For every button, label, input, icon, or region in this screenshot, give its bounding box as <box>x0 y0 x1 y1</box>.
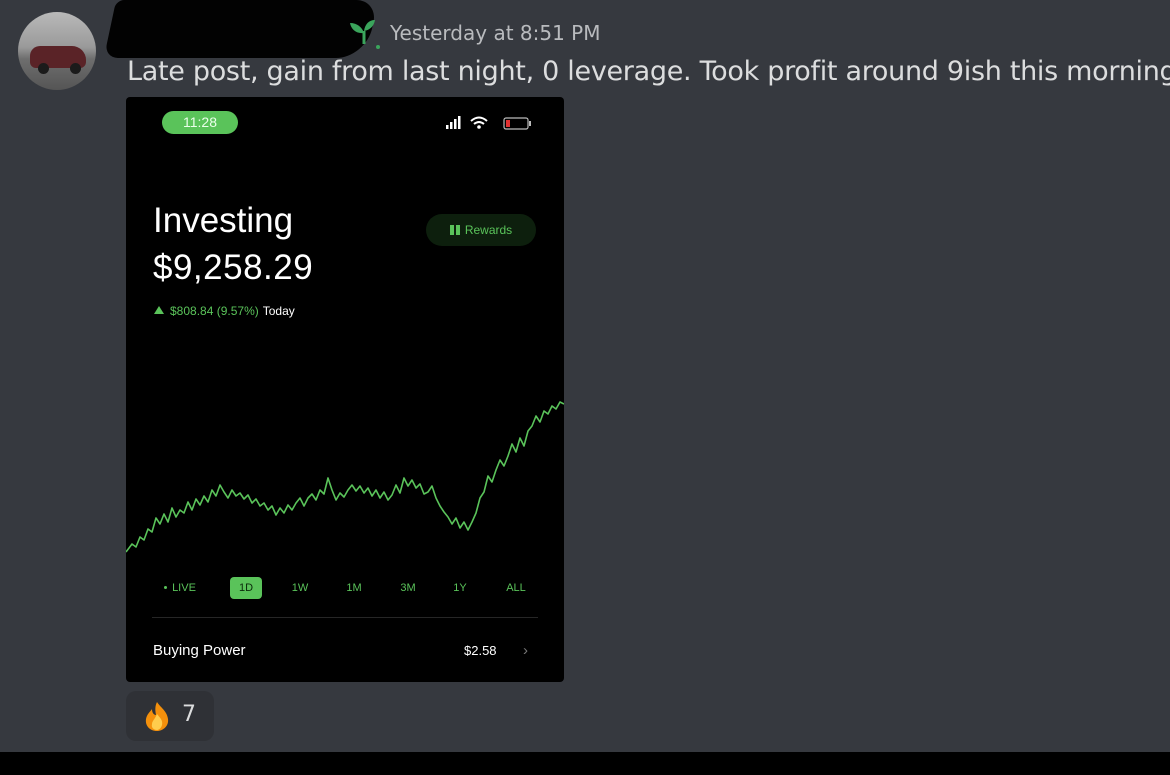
status-time: 11:28 <box>162 111 238 134</box>
reaction-button[interactable]: 7 <box>126 691 214 741</box>
message-timestamp: Yesterday at 8:51 PM <box>390 21 601 45</box>
range-1y[interactable]: 1Y <box>444 577 476 599</box>
attached-screenshot[interactable]: 11:28 Investing $9,258.29 $808.84 (9.57%… <box>126 97 564 682</box>
fire-icon <box>140 700 174 736</box>
wifi-icon <box>470 116 488 122</box>
live-dot-icon <box>164 586 168 589</box>
rewards-label: Rewards <box>464 223 513 237</box>
buying-power-value: $2.58 <box>464 643 497 658</box>
avatar-wheel-rear <box>70 63 81 74</box>
sprout-icon <box>344 14 384 54</box>
change-amount: $808.84 (9.57%) <box>170 304 259 318</box>
change-period: Today <box>262 304 295 318</box>
message-text: Late post, gain from last night, 0 lever… <box>127 56 1170 87</box>
status-icons <box>442 115 537 136</box>
range-1m[interactable]: 1M <box>338 577 370 599</box>
user-avatar[interactable] <box>18 12 96 90</box>
portfolio-line <box>126 401 564 553</box>
range-all[interactable]: ALL <box>498 577 534 599</box>
gift-icon <box>449 225 460 235</box>
account-balance: $9,258.29 <box>153 248 314 287</box>
signal-icon <box>446 125 449 129</box>
range-1d[interactable]: 1D <box>230 577 262 599</box>
up-arrow-icon <box>154 306 164 314</box>
rewards-button[interactable]: Rewards <box>426 214 536 246</box>
range-live[interactable]: LIVE <box>160 577 200 599</box>
chevron-right-icon[interactable]: › <box>523 642 528 659</box>
range-3m[interactable]: 3M <box>392 577 424 599</box>
time-range-selector: LIVE 1D 1W 1M 3M 1Y ALL <box>160 577 540 599</box>
avatar-wheel-front <box>38 63 49 74</box>
daily-change: $808.84 (9.57%) Today <box>154 304 295 318</box>
buying-power-label[interactable]: Buying Power <box>153 642 246 659</box>
page-title: Investing <box>153 201 294 240</box>
range-1w[interactable]: 1W <box>284 577 316 599</box>
redacted-username <box>103 0 379 58</box>
divider <box>152 617 538 618</box>
chat-window: Yesterday at 8:51 PM Late post, gain fro… <box>0 0 1170 752</box>
portfolio-line-chart[interactable] <box>126 382 564 577</box>
reaction-count: 7 <box>182 702 196 727</box>
